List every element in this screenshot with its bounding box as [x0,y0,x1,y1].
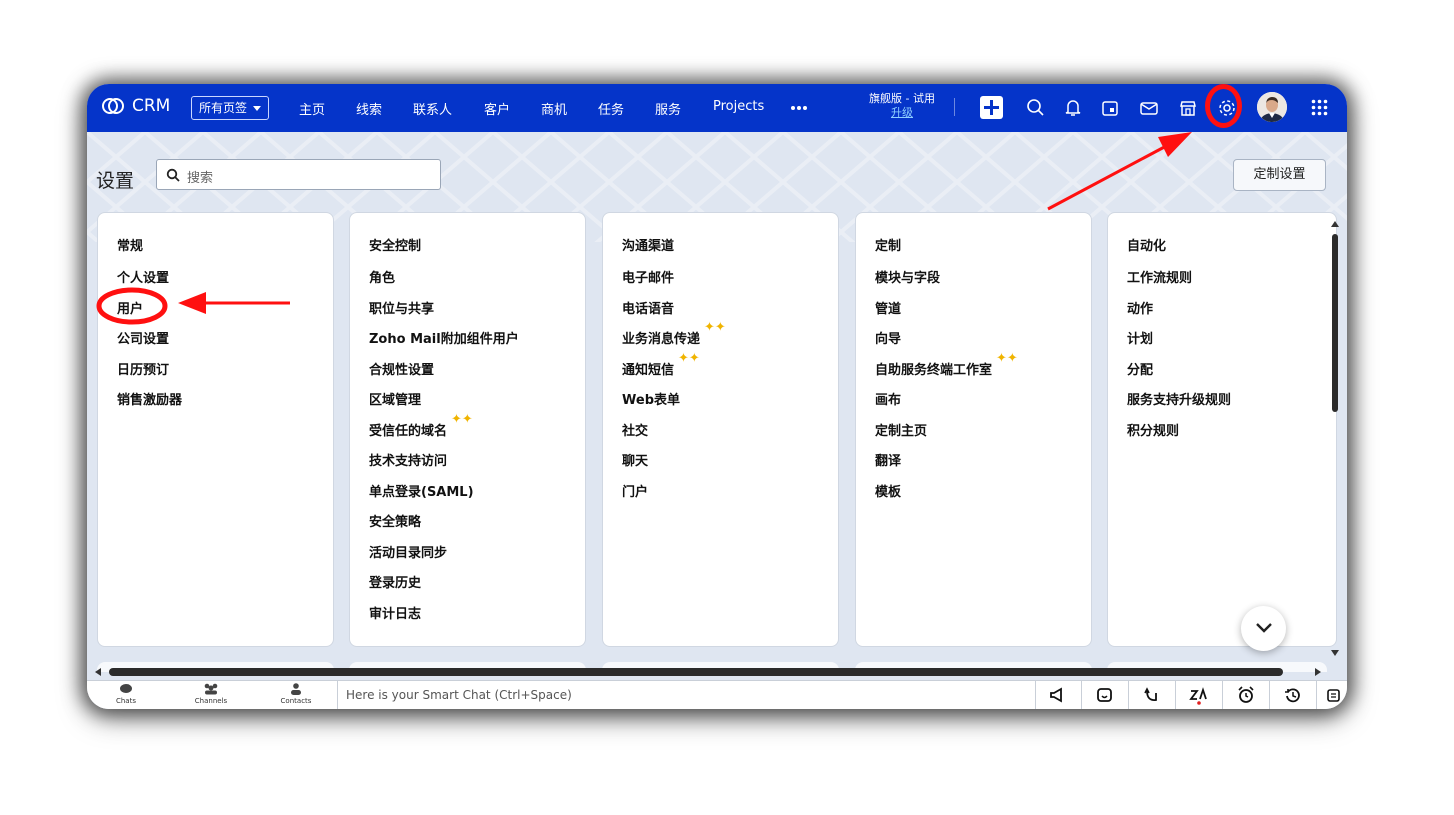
users-highlight-ring [96,287,168,325]
annotation-overlay [96,132,1192,325]
arrow-to-gear [1047,132,1192,211]
arrow-to-users [178,292,290,314]
